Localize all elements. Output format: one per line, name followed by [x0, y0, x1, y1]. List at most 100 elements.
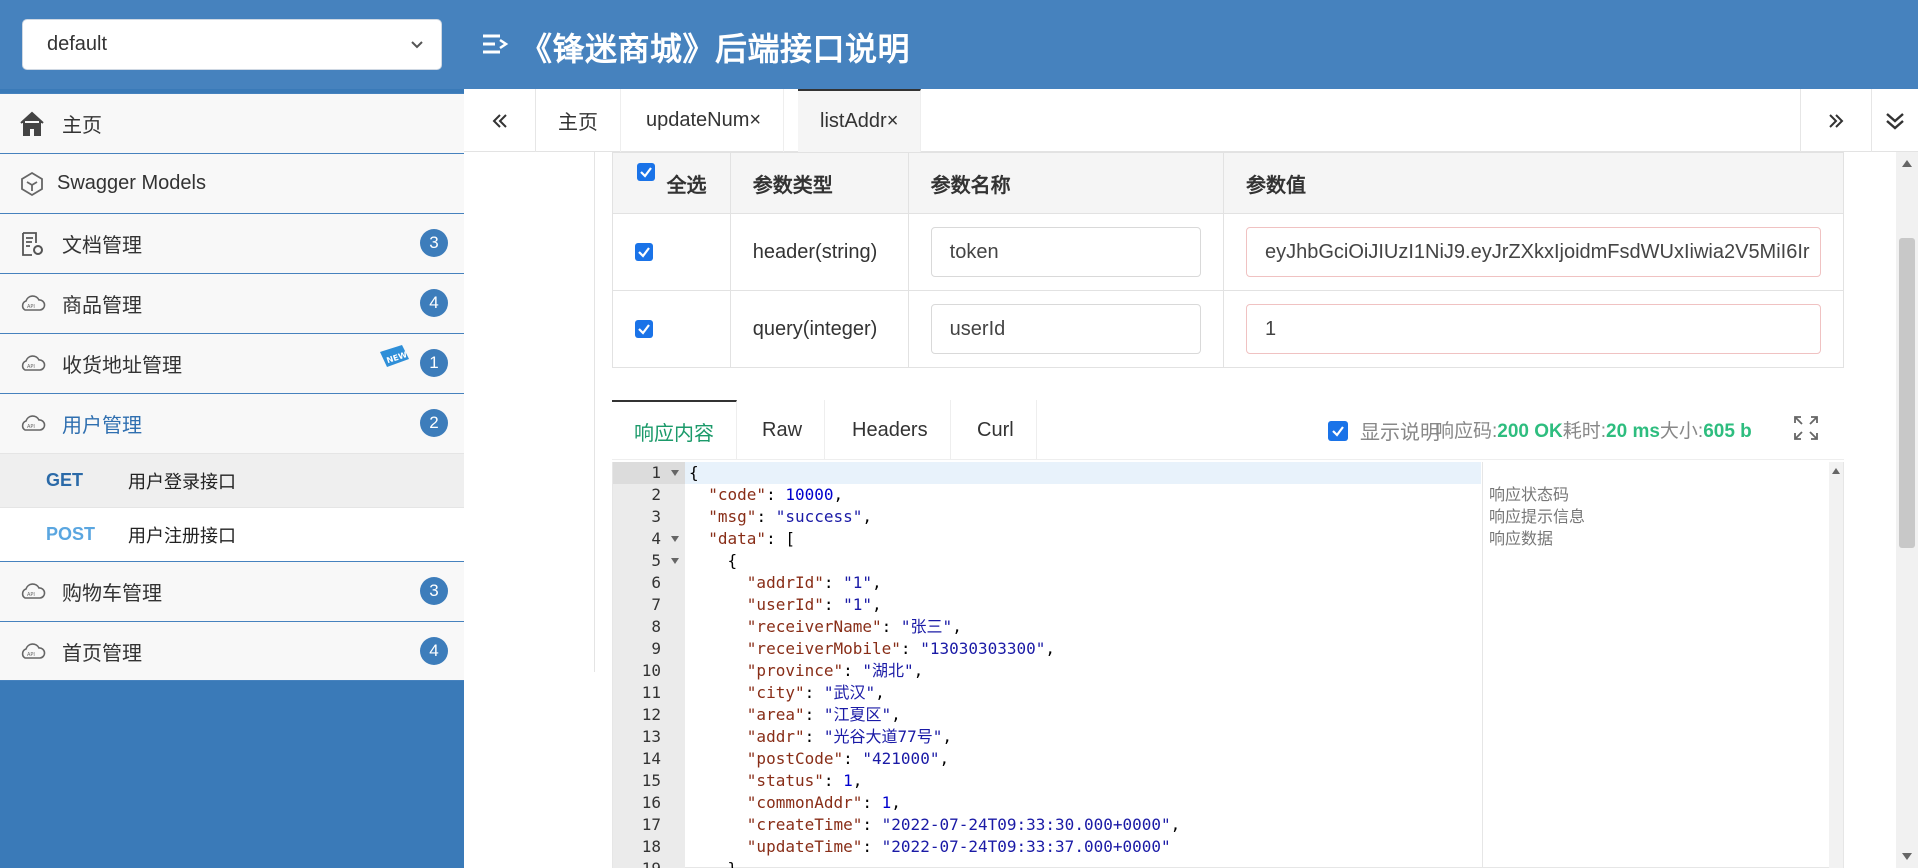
sidebar-subitem-login[interactable]: GET 用户登录接口 [0, 453, 464, 507]
sidebar-item-doc-management[interactable]: 文档管理 3 [0, 213, 464, 273]
response-time: 20 ms [1606, 421, 1660, 442]
chevron-down-icon [411, 41, 423, 49]
line-number: 16 [641, 793, 661, 812]
line-number: 5 [613, 550, 685, 572]
scroll-down-arrow[interactable] [1902, 853, 1912, 860]
api-cloud-icon: API [21, 583, 46, 599]
code-line: "status": 1, [746, 771, 863, 790]
description-panel: 响应状态码 响应提示信息 响应数据 [1482, 462, 1830, 868]
sidebar-item-goods[interactable]: API 商品管理 4 [0, 273, 464, 333]
tabs-scroll-left-button[interactable] [464, 89, 536, 152]
field-description: 响应提示信息 [1489, 507, 1586, 526]
sidebar-item-user-management[interactable]: API 用户管理 2 [0, 393, 464, 453]
show-description-checkbox[interactable] [1328, 420, 1348, 441]
page-scrollbar[interactable] [1896, 152, 1918, 868]
check-icon [640, 166, 652, 178]
line-number: 14 [641, 749, 661, 768]
sidebar-item-home[interactable]: 主页 [0, 93, 464, 153]
code-line: } [685, 858, 1481, 868]
scroll-up-arrow[interactable] [1902, 160, 1912, 167]
svg-text:API: API [27, 592, 35, 598]
line-number: 9 [651, 639, 661, 658]
svg-text:API: API [27, 652, 35, 658]
code-line: "commonAddr": 1, [746, 793, 901, 812]
tabs-menu-button[interactable] [1872, 89, 1918, 152]
line-number: 3 [651, 507, 661, 526]
line-number: 2 [651, 485, 661, 504]
param-type: header(string) [729, 213, 909, 291]
response-code-editor[interactable]: 12345678910111213141516171819 { "code": … [612, 462, 1844, 868]
code-line: "code": 10000, [708, 485, 844, 504]
code-line: "data": [ [708, 529, 795, 548]
code-area[interactable]: { "code": 10000, "msg": "success", "data… [685, 462, 1481, 868]
code-line: "msg": "success", [708, 507, 873, 526]
scrollbar-thumb[interactable] [1899, 238, 1915, 548]
param-value-input[interactable]: eyJhbGciOiJIUzI1NiJ9.eyJrZXkxIjoidmFsdWU… [1246, 227, 1821, 277]
fold-arrow-icon[interactable] [671, 558, 679, 564]
code-line: { [685, 462, 1481, 484]
count-badge: 3 [420, 577, 448, 605]
check-icon [638, 324, 650, 335]
response-info: 响应码:200 OK耗时:20 ms大小:605 b [1435, 421, 1752, 442]
group-select[interactable]: default [22, 19, 442, 70]
tab-headers[interactable]: Headers [830, 400, 951, 460]
svg-text:API: API [27, 304, 35, 310]
code-line: "createTime": "2022-07-24T09:33:30.000+0… [746, 815, 1181, 834]
line-number: 4 [613, 528, 685, 550]
http-method: POST [46, 524, 96, 544]
fold-arrow-icon[interactable] [671, 470, 679, 476]
tabs-bar: 主页 updateNum× listAddr× [464, 89, 1918, 152]
param-checkbox[interactable] [635, 243, 653, 262]
sidebar-item-address[interactable]: API 收货地址管理 NEW 1 [0, 333, 464, 393]
line-number: 15 [641, 771, 661, 790]
select-all-cell[interactable]: 全选 [612, 152, 731, 214]
fullscreen-icon[interactable] [1792, 414, 1820, 442]
line-number: 6 [651, 573, 661, 592]
page-title: 《锋迷商城》后端接口说明 [520, 31, 911, 67]
tab-curl[interactable]: Curl [955, 400, 1037, 460]
count-badge: 4 [420, 289, 448, 317]
api-cloud-icon: API [21, 415, 46, 431]
line-number: 10 [641, 661, 661, 680]
check-icon [1332, 425, 1344, 437]
fold-arrow-icon[interactable] [671, 536, 679, 542]
api-cloud-icon: API [21, 643, 46, 659]
home-icon [20, 111, 44, 136]
tab-response-content[interactable]: 响应内容 [612, 400, 737, 460]
sidebar-item-cart[interactable]: API 购物车管理 3 [0, 561, 464, 621]
param-name-input[interactable]: token [930, 227, 1201, 277]
tab-listaddr[interactable]: listAddr× [798, 89, 922, 152]
check-icon [638, 247, 650, 258]
editor-scrollbar[interactable] [1829, 462, 1843, 868]
divider [594, 152, 595, 672]
code-line: "area": "江夏区", [746, 705, 901, 724]
code-line: "receiverName": "张三", [746, 617, 962, 636]
col-param-name: 参数名称 [907, 152, 1225, 214]
sidebar-item-index[interactable]: API 首页管理 4 [0, 621, 464, 681]
code-line: "receiverMobile": "13030303300", [746, 639, 1056, 658]
tab-home[interactable]: 主页 [536, 89, 621, 152]
tab-updatenum[interactable]: updateNum× [624, 89, 785, 152]
api-cloud-icon: API [21, 295, 46, 311]
sidebar-item-swagger-models[interactable]: Swagger Models [0, 153, 464, 213]
param-name-input[interactable]: userId [930, 304, 1201, 354]
show-description-toggle[interactable]: 显示说明 [1328, 416, 1440, 445]
select-all-checkbox[interactable] [637, 162, 655, 181]
scroll-up-arrow [1832, 468, 1840, 474]
code-line: "addrId": "1", [746, 573, 882, 592]
main-content: 全选 参数类型 参数名称 参数值 header(string) token ey… [464, 152, 1918, 868]
tabs-scroll-right-button[interactable] [1800, 89, 1872, 152]
param-row: query(integer) userId 1 [612, 290, 1844, 368]
tab-raw[interactable]: Raw [740, 400, 826, 460]
top-header: default 《锋迷商城》后端接口说明 [0, 0, 1918, 89]
menu-toggle-icon[interactable] [480, 29, 510, 59]
param-checkbox[interactable] [635, 320, 653, 339]
param-value-input[interactable]: 1 [1246, 304, 1821, 354]
double-chevron-left-icon [492, 113, 507, 128]
line-number: 18 [641, 837, 661, 856]
code-line: { [689, 551, 738, 570]
double-chevron-right-icon [1829, 113, 1844, 128]
sidebar: 主页 Swagger Models 文档管理 3 API 商品管理 4 API … [0, 89, 464, 868]
field-description: 响应状态码 [1489, 485, 1570, 504]
sidebar-subitem-register[interactable]: POST 用户注册接口 [0, 507, 464, 561]
